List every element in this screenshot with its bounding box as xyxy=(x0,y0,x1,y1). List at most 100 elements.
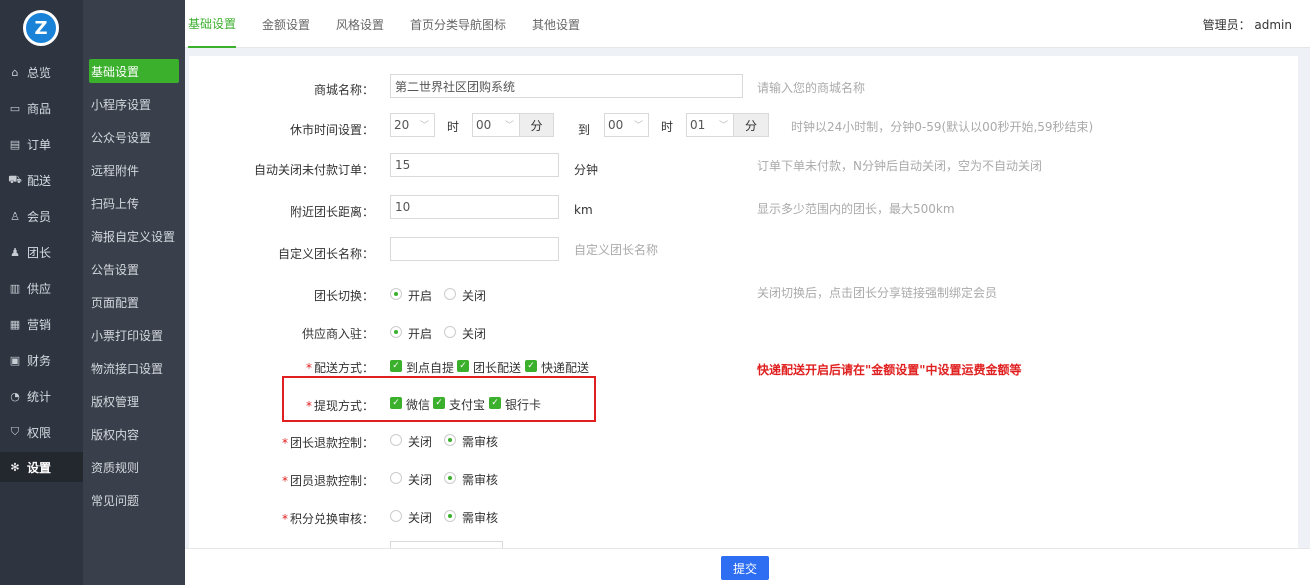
delivery-express-checkbox[interactable]: ✓ xyxy=(525,360,537,372)
logo-icon[interactable]: Z xyxy=(23,10,59,46)
tab-home-nav-icons[interactable]: 首页分类导航图标 xyxy=(410,0,506,48)
secondary-sidebar: 基础设置 小程序设置 公众号设置 远程附件 扫码上传 海报自定义设置 公告设置 … xyxy=(83,0,185,585)
chevron-down-icon: ﹀ xyxy=(419,121,429,131)
nav-item-permissions[interactable]: ⛉ 权限 xyxy=(0,417,83,447)
nav-item-leaders[interactable]: ♟ 团长 xyxy=(0,237,83,267)
shield-icon: ⛉ xyxy=(10,425,20,438)
subnav-notice[interactable]: 公告设置 xyxy=(89,257,179,281)
chevron-down-icon: ﹀ xyxy=(718,121,728,131)
end-hour-select[interactable]: 00 ﹀ xyxy=(604,113,649,137)
subnav-poster[interactable]: 海报自定义设置 xyxy=(89,224,179,248)
leader-switch-on-radio[interactable] xyxy=(390,288,402,300)
close-time-hint: 时钟以24小时制，分钟0-59(默认以00秒开始,59秒结束) xyxy=(791,120,1094,134)
leader-refund-label: * 团长退款控制： xyxy=(281,436,374,450)
subnav-basic-settings[interactable]: 基础设置 xyxy=(89,59,179,83)
member-refund-off-radio[interactable] xyxy=(390,472,402,484)
leader-switch-off-radio[interactable] xyxy=(444,288,456,300)
nav-item-finance[interactable]: ▣ 财务 xyxy=(0,345,83,375)
start-minute-select[interactable]: 00 ﹀ xyxy=(472,113,520,137)
withdraw-wechat-label: 微信 xyxy=(406,398,431,412)
subnav-remote-attachment[interactable]: 远程附件 xyxy=(89,158,179,182)
hour-unit-label-2: 时 xyxy=(661,120,674,134)
auto-close-unit: 分钟 xyxy=(574,163,599,177)
chart-icon: ◔ xyxy=(10,389,20,403)
delivery-warning: 快递配送开启后请在"金额设置"中设置运费金额等 xyxy=(757,363,1022,377)
auto-close-label: 自动关闭未付款订单： xyxy=(253,163,374,177)
subnav-faq[interactable]: 常见问题 xyxy=(89,488,179,512)
primary-sidebar: Z ⌂ 总览 ▭ 商品 ▤ 订单 ⛟ 配送 ♙ 会员 ♟ 团长 ▥ 供应 ▦ 营销 ▣ 财务 ◔ 统… xyxy=(0,0,83,585)
withdraw-alipay-checkbox[interactable]: ✓ xyxy=(433,397,445,409)
points-exchange-off-radio[interactable] xyxy=(390,510,402,522)
submit-button[interactable]: 提交 xyxy=(721,556,769,580)
leader-refund-off-label: 关闭 xyxy=(408,435,433,449)
withdraw-bank-label: 银行卡 xyxy=(505,398,542,412)
subnav-scan-upload[interactable]: 扫码上传 xyxy=(89,191,179,215)
next-row-input[interactable] xyxy=(390,541,503,548)
distance-unit: km xyxy=(574,203,593,217)
close-time-label: 休市时间设置： xyxy=(289,123,374,137)
supplier-label: 供应商入驻： xyxy=(301,327,374,341)
subnav-qualification-rules[interactable]: 资质规则 xyxy=(89,455,179,479)
bottom-bar: 提交 xyxy=(185,548,1310,585)
auto-close-input[interactable]: 15 xyxy=(390,153,559,177)
nav-item-delivery[interactable]: ⛟ 配送 xyxy=(0,165,83,195)
tab-amount-settings[interactable]: 金额设置 xyxy=(262,0,310,48)
to-label: 到 xyxy=(578,123,591,137)
member-refund-review-radio[interactable] xyxy=(444,472,456,484)
tab-style-settings[interactable]: 风格设置 xyxy=(336,0,384,48)
subnav-miniprogram[interactable]: 小程序设置 xyxy=(89,92,179,116)
points-exchange-review-radio[interactable] xyxy=(444,510,456,522)
supplier-on-label: 开启 xyxy=(408,327,433,341)
nav-item-marketing[interactable]: ▦ 营销 xyxy=(0,309,83,339)
nav-item-goods[interactable]: ▭ 商品 xyxy=(0,93,83,123)
nav-item-supply[interactable]: ▥ 供应 xyxy=(0,273,83,303)
withdraw-label: * 提现方式： xyxy=(305,399,374,413)
supplier-off-radio[interactable] xyxy=(444,326,456,338)
end-minute-select[interactable]: 01 ﹀ xyxy=(686,113,734,137)
leader-name-hint: 自定义团长名称 xyxy=(574,243,659,257)
finance-icon: ▣ xyxy=(9,353,21,367)
delivery-leader-label: 团长配送 xyxy=(473,361,522,375)
leader-switch-hint: 关闭切换后，点击团长分享链接强制绑定会员 xyxy=(757,286,998,300)
distance-hint: 显示多少范围内的团长，最大500km xyxy=(757,202,955,216)
points-exchange-label: * 积分兑换审核： xyxy=(281,512,374,526)
distance-input[interactable]: 10 xyxy=(390,195,559,219)
shop-name-label: 商城名称： xyxy=(313,83,374,97)
delivery-pickup-label: 到点自提 xyxy=(406,361,455,375)
leader-refund-review-label: 需审核 xyxy=(462,435,499,449)
subnav-official-account[interactable]: 公众号设置 xyxy=(89,125,179,149)
minute-unit-addon-2: 分 xyxy=(733,113,769,137)
subnav-page-config[interactable]: 页面配置 xyxy=(89,290,179,314)
withdraw-wechat-checkbox[interactable]: ✓ xyxy=(390,397,402,409)
subnav-receipt-print[interactable]: 小票打印设置 xyxy=(89,323,179,347)
nav-item-stats[interactable]: ◔ 统计 xyxy=(0,381,83,411)
gear-icon: ✻ xyxy=(10,460,20,474)
tab-basic-settings[interactable]: 基础设置 xyxy=(188,0,237,48)
shop-name-input[interactable]: 第二世界社区团购系统 xyxy=(390,74,743,98)
shop-name-hint: 请输入您的商城名称 xyxy=(757,81,866,95)
subnav-copyright-content[interactable]: 版权内容 xyxy=(89,422,179,446)
nav-item-settings[interactable]: ✻ 设置 xyxy=(0,452,83,482)
leader-icon: ♟ xyxy=(10,245,20,259)
leader-switch-on-label: 开启 xyxy=(408,289,433,303)
home-icon: ⌂ xyxy=(11,65,19,79)
leader-name-input[interactable] xyxy=(390,237,559,261)
delivery-pickup-checkbox[interactable]: ✓ xyxy=(390,360,402,372)
marketing-icon: ▦ xyxy=(9,317,21,331)
subnav-copyright-manage[interactable]: 版权管理 xyxy=(89,389,179,413)
supply-icon: ▥ xyxy=(9,281,21,295)
withdraw-bank-checkbox[interactable]: ✓ xyxy=(489,397,501,409)
admin-label: 管理员： admin xyxy=(1202,18,1292,32)
hour-unit-label: 时 xyxy=(447,120,460,134)
nav-item-orders[interactable]: ▤ 订单 xyxy=(0,129,83,159)
delivery-leader-checkbox[interactable]: ✓ xyxy=(457,360,469,372)
nav-item-overview[interactable]: ⌂ 总览 xyxy=(0,57,83,87)
tab-other-settings[interactable]: 其他设置 xyxy=(532,0,580,48)
subnav-logistics-api[interactable]: 物流接口设置 xyxy=(89,356,179,380)
supplier-on-radio[interactable] xyxy=(390,326,402,338)
leader-refund-off-radio[interactable] xyxy=(390,434,402,446)
nav-item-members[interactable]: ♙ 会员 xyxy=(0,201,83,231)
minute-unit-addon: 分 xyxy=(519,113,554,137)
leader-refund-review-radio[interactable] xyxy=(444,434,456,446)
start-hour-select[interactable]: 20 ﹀ xyxy=(390,113,435,137)
